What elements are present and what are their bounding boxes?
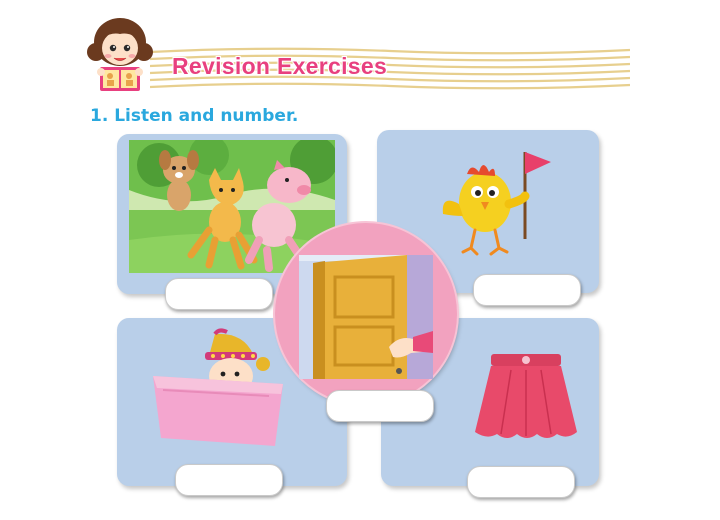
answer-box-child-in-box[interactable]: [175, 464, 283, 496]
door-opening-picture: [299, 255, 433, 379]
answer-box-animals[interactable]: [165, 278, 273, 310]
answer-box-skirt[interactable]: [467, 466, 575, 498]
answer-box-chick[interactable]: [473, 274, 581, 306]
exercise-instruction: 1. Listen and number.: [90, 106, 299, 126]
girl-reading-icon: [87, 18, 153, 91]
answer-box-door[interactable]: [326, 390, 434, 422]
page-header: Revision Exercises: [0, 0, 720, 100]
child-in-box-picture: [153, 328, 283, 446]
picture-card-door: [275, 223, 457, 405]
chick-with-flag-picture: [442, 152, 551, 256]
skirt-picture: [475, 354, 577, 438]
page-title: Revision Exercises: [172, 53, 388, 79]
